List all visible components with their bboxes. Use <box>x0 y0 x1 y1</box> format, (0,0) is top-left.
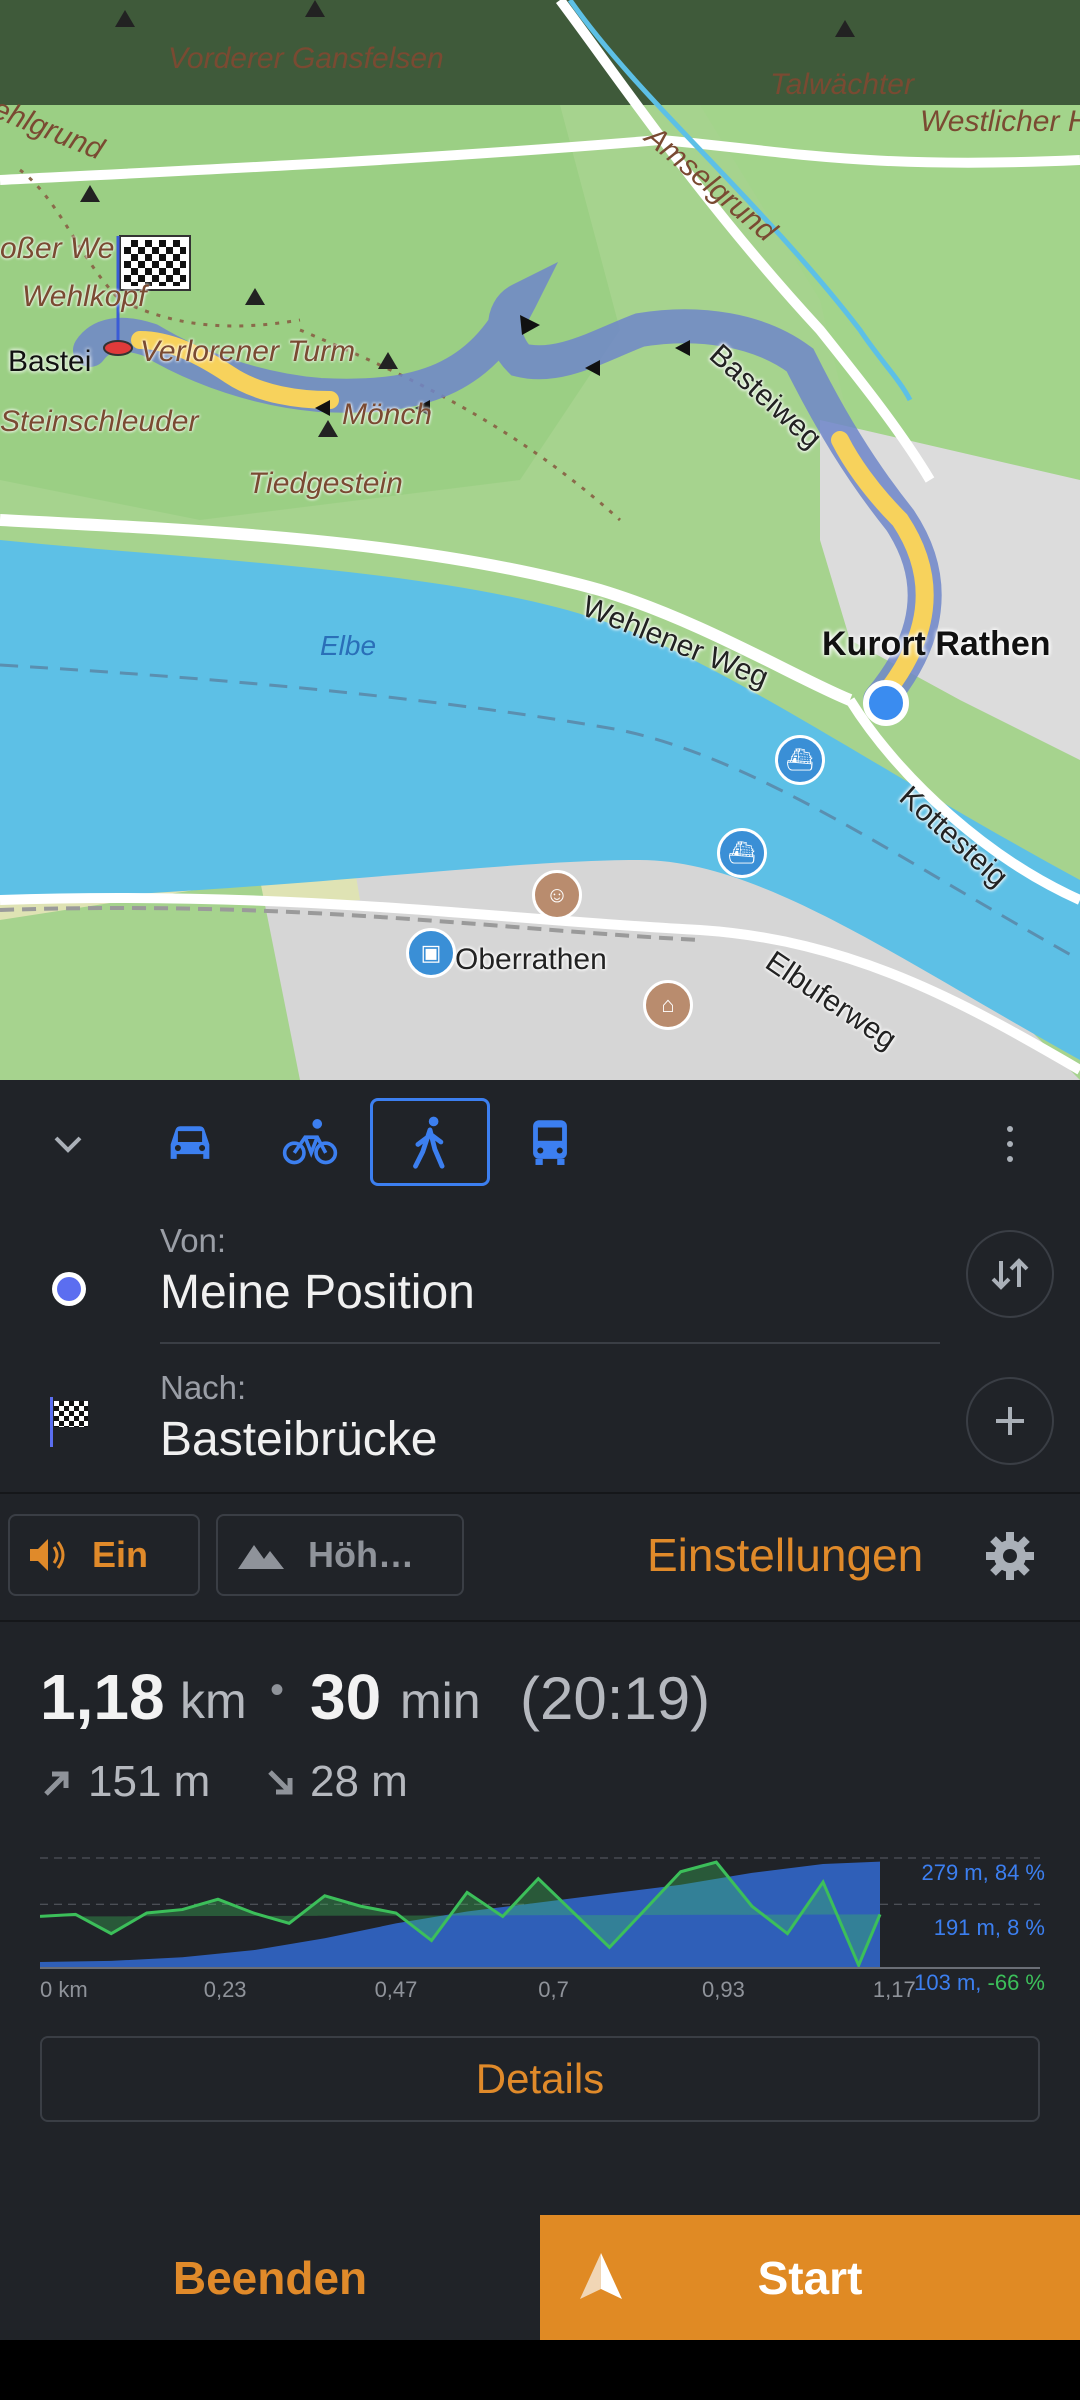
mountain-icon <box>238 1545 284 1569</box>
elevation-chip-label: Höh… <box>308 1534 414 1575</box>
theatre-icon[interactable]: ☺ <box>532 870 582 920</box>
ferry-icon[interactable]: ⛴ <box>775 735 825 785</box>
descent-value: 28 m <box>310 1757 408 1806</box>
map-label-vorderer-gansfelsen: Vorderer Gansfelsen <box>168 42 444 75</box>
peak-icon <box>378 352 398 369</box>
walk-icon <box>413 1116 445 1169</box>
map-label-moench: Mönch <box>342 398 433 431</box>
peak-icon <box>245 288 265 305</box>
peak-icon <box>318 420 338 437</box>
system-navigation-bar <box>0 2340 1080 2400</box>
ascent-icon <box>44 1771 69 1796</box>
car-icon <box>170 1126 210 1159</box>
collapse-chevron-icon[interactable] <box>44 1120 92 1168</box>
peak-icon <box>115 10 135 27</box>
chart-x-tick: 0,47 <box>374 1977 418 2002</box>
chart-right-label: 103 m, -66 % <box>914 1970 1045 1995</box>
map-label-grosser-wehlstein: oßer We <box>0 232 115 265</box>
mode-transit-button[interactable] <box>490 1098 610 1186</box>
heritage-icon[interactable]: ⌂ <box>643 980 693 1030</box>
descent-icon <box>268 1770 293 1795</box>
start-button-label: Start <box>757 2251 863 2304</box>
swap-icon <box>991 1258 1029 1290</box>
voice-guidance-label: Ein <box>92 1534 149 1575</box>
map-label-kurort-rathen: Kurort Rathen <box>822 625 1051 663</box>
to-label: Nach: <box>160 1369 247 1406</box>
my-position-icon <box>52 1272 86 1306</box>
mode-car-button[interactable] <box>130 1098 250 1186</box>
map-view[interactable]: Vorderer Gansfelsen Talwächter Westliche… <box>0 0 1080 1080</box>
voice-guidance-chip[interactable]: Ein <box>8 1514 200 1596</box>
details-button[interactable]: Details <box>40 2036 1040 2122</box>
from-row[interactable]: Von: Meine Position <box>0 1210 1080 1355</box>
map-label-bastei: Bastei <box>8 345 92 378</box>
stats-separator: • <box>270 1668 285 1712</box>
destination-flag-icon <box>50 1397 90 1447</box>
swap-waypoints-button[interactable] <box>966 1230 1054 1318</box>
map-label-wehlkopf: Wehlkopf <box>22 280 147 313</box>
map-label-tiedgestein: Tiedgestein <box>248 467 403 500</box>
start-button[interactable]: Start <box>540 2215 1080 2340</box>
end-button[interactable]: Beenden <box>0 2215 540 2340</box>
from-value[interactable]: Meine Position <box>160 1265 475 1320</box>
chart-x-tick: 0 km <box>40 1977 88 2002</box>
divider <box>0 1620 1080 1622</box>
navigation-arrow-icon <box>580 2253 622 2299</box>
map-label-steinschleuder: Steinschleuder <box>0 405 199 438</box>
speaker-icon <box>30 1539 65 1571</box>
mode-walk-button[interactable] <box>370 1098 490 1186</box>
chart-x-tick: 0,7 <box>538 1977 569 2002</box>
peak-icon <box>305 0 325 17</box>
arrival-time: (20:19) <box>520 1665 711 1732</box>
settings-link[interactable]: Einstellungen <box>647 1528 923 1582</box>
map-label-westlicher: Westlicher H <box>920 105 1080 138</box>
chart-right-label: 191 m, 8 % <box>933 1915 1045 1940</box>
chart-x-tick: 0,23 <box>203 1977 247 2002</box>
chart-right-label: 279 m, 84 % <box>921 1860 1045 1885</box>
bottom-action-bar: Beenden Start <box>0 2215 1080 2340</box>
map-label-talwaechter: Talwächter <box>770 68 914 101</box>
map-label-oberrathen: Oberrathen <box>455 943 607 976</box>
bus-icon <box>533 1120 567 1165</box>
ascent-value: 151 m <box>88 1757 211 1806</box>
from-underline <box>160 1342 940 1344</box>
peak-icon <box>80 185 100 202</box>
route-duration: 30 <box>310 1661 382 1733</box>
from-label: Von: <box>160 1222 227 1259</box>
more-options-icon[interactable] <box>990 1120 1030 1168</box>
route-duration-unit: min <box>400 1673 481 1729</box>
divider <box>0 1492 1080 1494</box>
add-waypoint-button[interactable] <box>966 1377 1054 1465</box>
map-label-elbe: Elbe <box>320 630 377 661</box>
to-row[interactable]: Nach: Basteibrücke <box>0 1357 1080 1502</box>
elevation-chip[interactable]: Höh… <box>216 1514 464 1596</box>
route-distance-unit: km <box>180 1673 247 1729</box>
route-distance: 1,18 <box>40 1661 165 1733</box>
chart-x-tick: 0,93 <box>702 1977 745 2002</box>
ferry-icon[interactable]: ⛴ <box>717 828 767 878</box>
route-panel: Von: Meine Position Nach: Basteibrücke E… <box>0 1080 1080 2215</box>
mode-bicycle-button[interactable] <box>250 1098 370 1186</box>
bicycle-icon <box>282 1119 338 1165</box>
to-value[interactable]: Basteibrücke <box>160 1412 437 1467</box>
peak-icon <box>835 20 855 37</box>
map-label-verlorener-turm: Verlorener Turm <box>140 335 356 368</box>
plus-icon <box>996 1407 1024 1435</box>
gear-icon[interactable] <box>982 1528 1038 1584</box>
map-canvas[interactable] <box>0 0 1080 1080</box>
train-station-icon[interactable]: ▣ <box>406 928 456 978</box>
transport-mode-row <box>0 1080 1080 1200</box>
